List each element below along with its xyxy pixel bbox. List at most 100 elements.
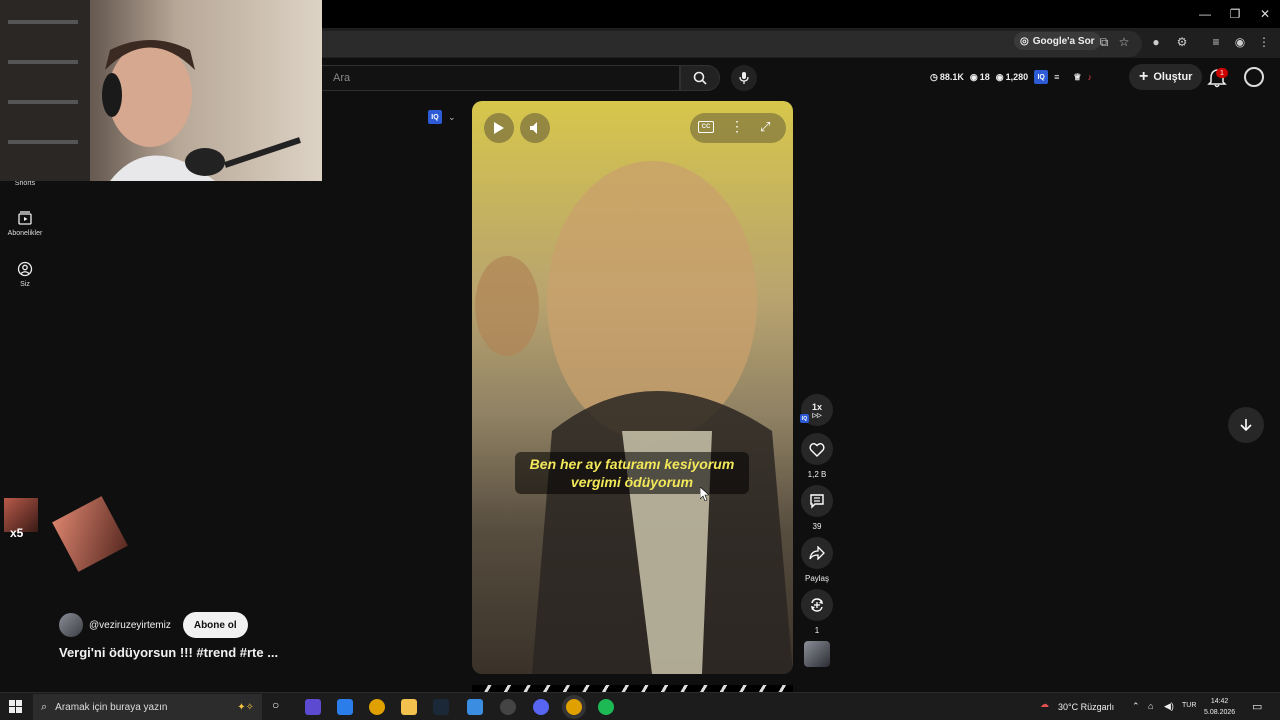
search-input[interactable]: Ara — [322, 65, 680, 91]
install-icon[interactable]: ⧉ — [1096, 34, 1112, 50]
subscriptions-icon — [18, 211, 32, 225]
iq-player-widget[interactable]: IQ ⌄ — [428, 108, 462, 126]
iq-extension-icon[interactable]: IQ — [800, 414, 809, 423]
store-icon[interactable] — [337, 699, 353, 715]
stream-emote — [52, 496, 128, 572]
channel-handle[interactable]: @veziruzeyirtemiz — [89, 620, 171, 631]
create-button[interactable]: + Oluştur — [1129, 64, 1203, 90]
volume-icon[interactable]: ◀) — [1164, 701, 1174, 712]
top-controls: CC ⋮ ⤢ — [690, 113, 786, 143]
taskbar-clock[interactable]: 14:42 5.08.2026 — [1204, 696, 1235, 718]
close-icon[interactable]: ✕ — [1250, 4, 1280, 24]
app-icon[interactable] — [467, 699, 483, 715]
sidebar-item-label: Abonelikler — [7, 230, 43, 237]
steam-icon[interactable] — [433, 699, 449, 715]
remix-count: 1 — [814, 626, 820, 635]
profile-icon[interactable]: ◉ — [1232, 34, 1248, 50]
play-icon — [494, 122, 504, 134]
windows-start-icon[interactable] — [9, 700, 23, 714]
play-button[interactable] — [484, 113, 514, 143]
notifications-icon[interactable]: ▭ — [1252, 700, 1262, 713]
like-count: 1,2 B — [807, 470, 827, 479]
fast-forward-icon: ▷▷ — [812, 412, 822, 419]
extension-iq-icon[interactable]: ● — [1148, 34, 1164, 50]
arrow-down-icon — [1240, 419, 1252, 432]
sound-thumbnail[interactable] — [804, 641, 830, 667]
search-icon: ⌕ — [41, 701, 48, 713]
channel-row: @veziruzeyirtemiz Abone ol — [59, 612, 248, 638]
microphone-icon — [739, 72, 749, 84]
trophy-icon[interactable]: ♕ — [1073, 72, 1081, 83]
ask-google-button[interactable]: ◎ Google'a Sor — [1014, 32, 1101, 50]
volume-button[interactable] — [520, 113, 550, 143]
like-button[interactable] — [801, 433, 833, 465]
share-button[interactable] — [801, 537, 833, 569]
bars-icon[interactable]: ≡ — [1054, 72, 1059, 82]
sidebar-item-subscriptions[interactable]: Abonelikler — [0, 210, 50, 237]
extension-stats: ◷ 88.1K ◉ 18 ◉ 1,280 IQ ≡ ♕ ♪ — [930, 70, 1092, 84]
shorts-video-player[interactable]: CC ⋮ ⤢ Ben her ay faturamı kesiyorum ver… — [472, 101, 793, 674]
comments-button[interactable] — [801, 485, 833, 517]
iq-extension-icon: IQ — [428, 110, 442, 124]
alert-bell-icon[interactable]: ♪ — [1088, 72, 1093, 82]
next-short-button[interactable] — [1228, 407, 1264, 443]
sidebar-item-label: Siz — [20, 281, 30, 288]
iq-extension-icon[interactable]: IQ — [1034, 70, 1049, 84]
clock-icon: ◷ — [930, 71, 938, 82]
search-icon — [693, 71, 707, 85]
heart-icon — [809, 442, 825, 457]
plus-icon: + — [1139, 68, 1149, 85]
sparkle-icon: ✦✧ — [237, 702, 254, 713]
app-icon[interactable] — [305, 699, 321, 715]
bookmark-star-icon[interactable]: ☆ — [1116, 34, 1132, 50]
account-avatar[interactable] — [1244, 67, 1264, 87]
windows-taskbar: ⌕ Aramak için buraya yazın ✦✧ ○ ☁ 30°C R… — [0, 692, 1280, 720]
lens-icon: ◎ — [1020, 35, 1029, 47]
chrome-icon[interactable] — [566, 699, 582, 715]
minimize-icon[interactable]: — — [1190, 4, 1220, 24]
obs-icon[interactable] — [500, 699, 516, 715]
weather-icon: ☁ — [1040, 699, 1049, 709]
discord-icon[interactable] — [533, 699, 549, 715]
share-arrow-icon — [809, 546, 825, 560]
sidebar-item-shorts[interactable]: Shorts — [0, 180, 50, 187]
eye-icon: ◉ — [995, 71, 1004, 82]
remix-action[interactable]: 1 — [801, 589, 833, 635]
video-frame — [475, 161, 793, 674]
chrome-icon[interactable] — [369, 699, 385, 715]
comment-action[interactable]: 39 — [801, 485, 833, 531]
share-action[interactable]: Paylaş — [801, 537, 833, 583]
voice-search-button[interactable] — [731, 65, 757, 91]
media-controls-icon[interactable]: ≡ — [1208, 34, 1224, 50]
file-explorer-icon[interactable] — [401, 699, 417, 715]
comment-icon — [810, 494, 824, 509]
channel-avatar[interactable] — [59, 613, 83, 637]
chevron-up-icon[interactable]: ⌃ — [1132, 701, 1140, 712]
restore-icon[interactable]: ❐ — [1220, 4, 1250, 24]
spotify-icon[interactable] — [598, 699, 614, 715]
search-button[interactable] — [680, 65, 720, 91]
subscribe-button[interactable]: Abone ol — [182, 612, 248, 638]
next-video-preview[interactable] — [472, 685, 793, 692]
weather-text[interactable]: 30°C Rüzgarlı — [1058, 702, 1114, 712]
more-options-icon[interactable]: ⋮ — [730, 118, 744, 135]
streamer-webcam — [0, 0, 322, 181]
network-icon[interactable]: ⌂ — [1148, 701, 1153, 711]
captions-button[interactable]: CC — [698, 121, 714, 133]
comment-count: 39 — [812, 522, 822, 531]
sidebar-item-you[interactable]: Siz — [0, 261, 50, 288]
browser-menu-icon[interactable]: ⋮ — [1256, 34, 1272, 50]
mouse-cursor-icon — [700, 487, 710, 501]
task-view-icon[interactable]: ○ — [272, 698, 279, 712]
language-indicator[interactable]: TUR — [1182, 702, 1196, 709]
taskbar-search[interactable]: ⌕ Aramak için buraya yazın ✦✧ — [33, 694, 262, 720]
video-title[interactable]: Vergi'ni ödüyorsun !!! #trend #rte ... — [59, 645, 278, 660]
share-label: Paylaş — [804, 574, 829, 583]
chevron-down-icon: ⌄ — [448, 111, 456, 122]
extensions-puzzle-icon[interactable]: ⚙ — [1174, 34, 1190, 50]
fullscreen-icon[interactable]: ⤢ — [760, 119, 770, 135]
remix-icon — [811, 598, 823, 612]
browser-toolbar: ◎ Google'a Sor ⧉ ☆ ● ⚙ ≡ ◉ ⋮ — [322, 28, 1280, 58]
remix-button[interactable] — [801, 589, 833, 621]
like-action[interactable]: 1,2 B — [801, 433, 833, 479]
